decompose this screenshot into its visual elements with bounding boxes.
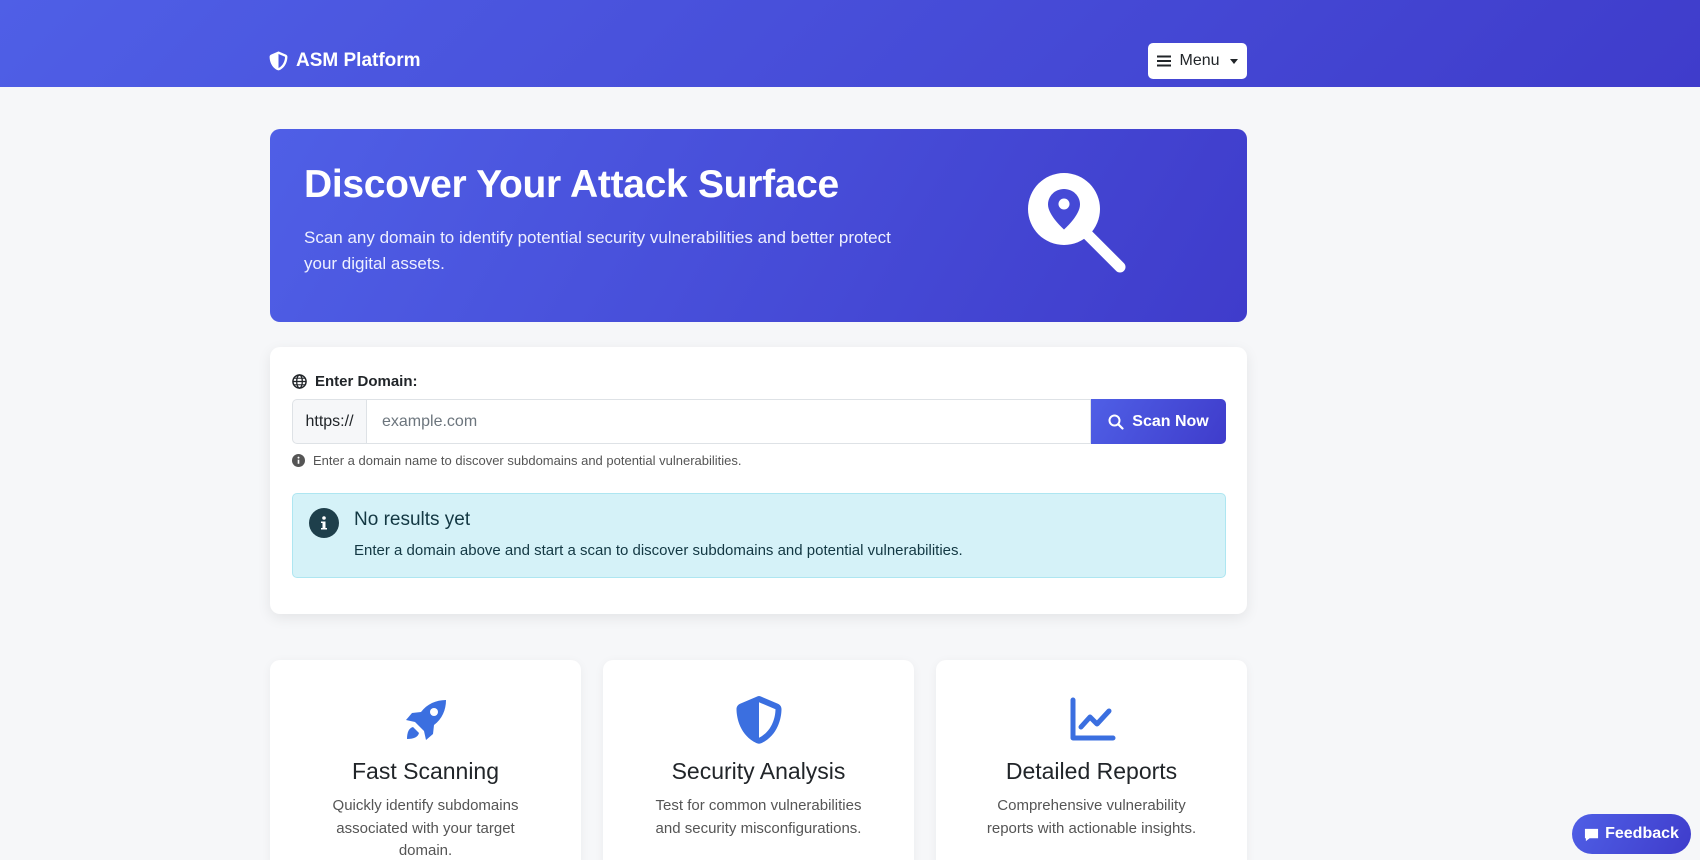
feature-description: Test for common vulnerabilities and secu… — [655, 797, 862, 837]
info-icon — [309, 508, 339, 538]
feature-card-detailed-reports: Detailed Reports Comprehensive vulnerabi… — [936, 660, 1247, 860]
caret-down-icon — [1229, 58, 1238, 64]
domain-input[interactable] — [366, 399, 1091, 444]
no-results-alert: No results yet Enter a domain above and … — [292, 493, 1226, 578]
domain-label: Enter Domain: — [292, 373, 418, 390]
help-text: Enter a domain name to discover subdomai… — [292, 453, 742, 468]
feature-title: Detailed Reports — [1005, 758, 1178, 784]
search-icon — [1108, 414, 1124, 430]
feature-title: Security Analysis — [671, 758, 846, 784]
shield-icon — [269, 51, 288, 71]
feature-card-security-analysis: Security Analysis Test for common vulner… — [603, 660, 914, 860]
alert-message: Enter a domain above and start a scan to… — [354, 542, 963, 559]
feedback-button[interactable]: Feedback — [1572, 814, 1691, 854]
feature-title: Fast Scanning — [351, 758, 500, 784]
rocket-icon — [406, 700, 446, 740]
hamburger-icon — [1157, 55, 1172, 67]
scan-card: Enter Domain: https:// Scan Now Enter a … — [270, 347, 1247, 614]
search-location-icon — [1028, 173, 1126, 273]
hero-subtitle: Scan any domain to identify potential se… — [304, 228, 891, 273]
shield-icon — [736, 696, 782, 744]
hero-banner: Discover Your Attack Surface Scan any do… — [270, 129, 1247, 322]
info-circle-icon — [292, 454, 305, 467]
brand-link[interactable]: ASM Platform — [269, 47, 421, 75]
feature-description: Comprehensive vulnerability reports with… — [986, 797, 1197, 837]
scan-now-button[interactable]: Scan Now — [1091, 399, 1226, 444]
feedback-label: Feedback — [1605, 825, 1679, 842]
comment-icon — [1585, 828, 1599, 841]
globe-icon — [292, 374, 307, 389]
domain-input-group: https:// Scan Now — [292, 399, 1226, 444]
feature-description: Quickly identify subdomains associated w… — [332, 797, 519, 859]
menu-label: Menu — [1179, 52, 1220, 69]
url-prefix: https:// — [292, 399, 366, 444]
brand-name: ASM Platform — [296, 50, 421, 71]
hero-title: Discover Your Attack Surface — [304, 163, 839, 206]
navbar: ASM Platform Menu — [0, 0, 1700, 87]
feature-card-fast-scanning: Fast Scanning Quickly identify subdomain… — [270, 660, 581, 860]
domain-label-text: Enter Domain: — [315, 373, 418, 390]
scan-now-label: Scan Now — [1132, 412, 1209, 430]
alert-title: No results yet — [354, 509, 471, 530]
menu-button[interactable]: Menu — [1148, 43, 1247, 79]
help-text-content: Enter a domain name to discover subdomai… — [313, 453, 742, 468]
chart-line-icon — [1070, 697, 1116, 741]
